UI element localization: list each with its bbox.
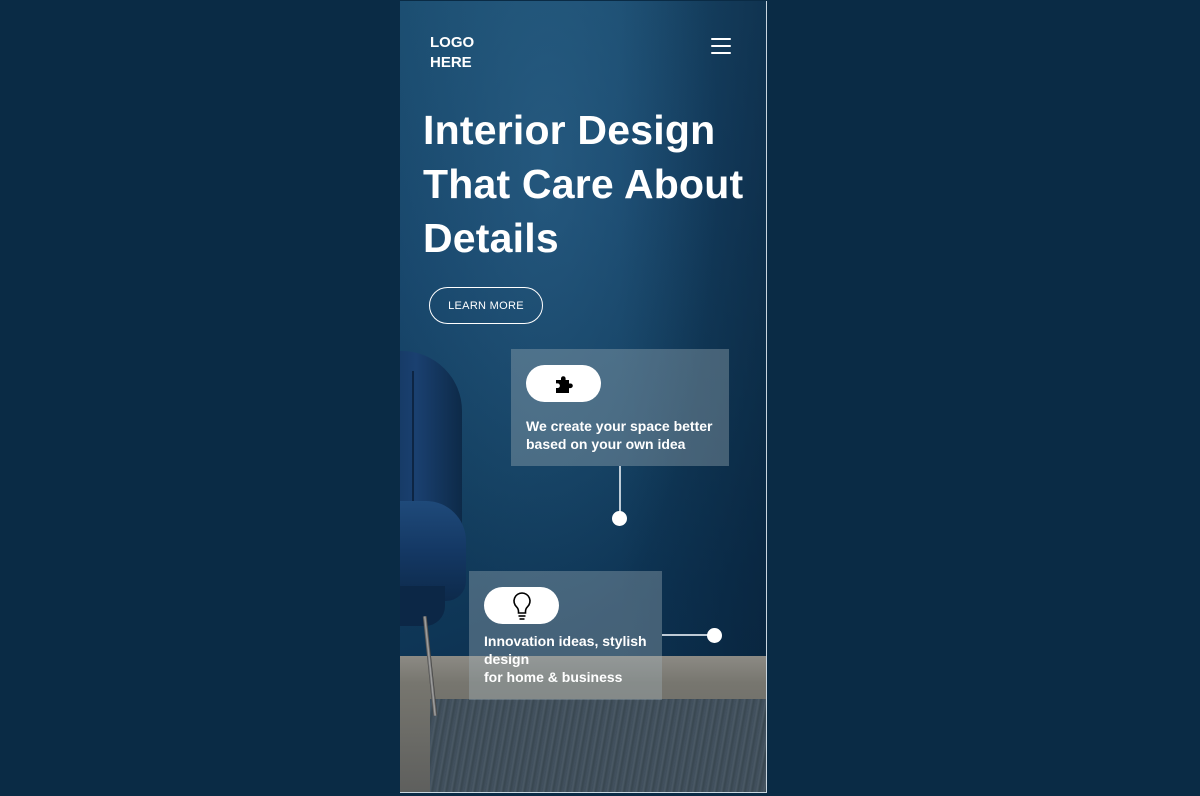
rug-image xyxy=(430,699,766,792)
connector-line xyxy=(662,634,710,636)
learn-more-button[interactable]: LEARN MORE xyxy=(429,287,543,324)
icon-pill xyxy=(484,587,559,624)
connector-dot xyxy=(707,628,722,643)
hamburger-menu-icon[interactable] xyxy=(711,37,731,55)
feature-text: Innovation ideas, stylish design for hom… xyxy=(484,633,647,685)
mobile-hero-section: LOGO HERE Interior Design That Care Abou… xyxy=(400,1,767,793)
feature-text: We create your space better based on you… xyxy=(526,418,713,452)
puzzle-piece-icon xyxy=(555,375,573,393)
lightbulb-icon xyxy=(512,591,531,620)
logo[interactable]: LOGO HERE xyxy=(430,33,500,73)
connector-dot xyxy=(612,511,627,526)
feature-card-custom-space: We create your space better based on you… xyxy=(511,349,729,466)
feature-card-innovation: Innovation ideas, stylish design for hom… xyxy=(469,571,662,700)
connector-line xyxy=(619,466,621,514)
hero-title: Interior Design That Care About Details xyxy=(423,107,744,261)
icon-pill xyxy=(526,365,601,402)
